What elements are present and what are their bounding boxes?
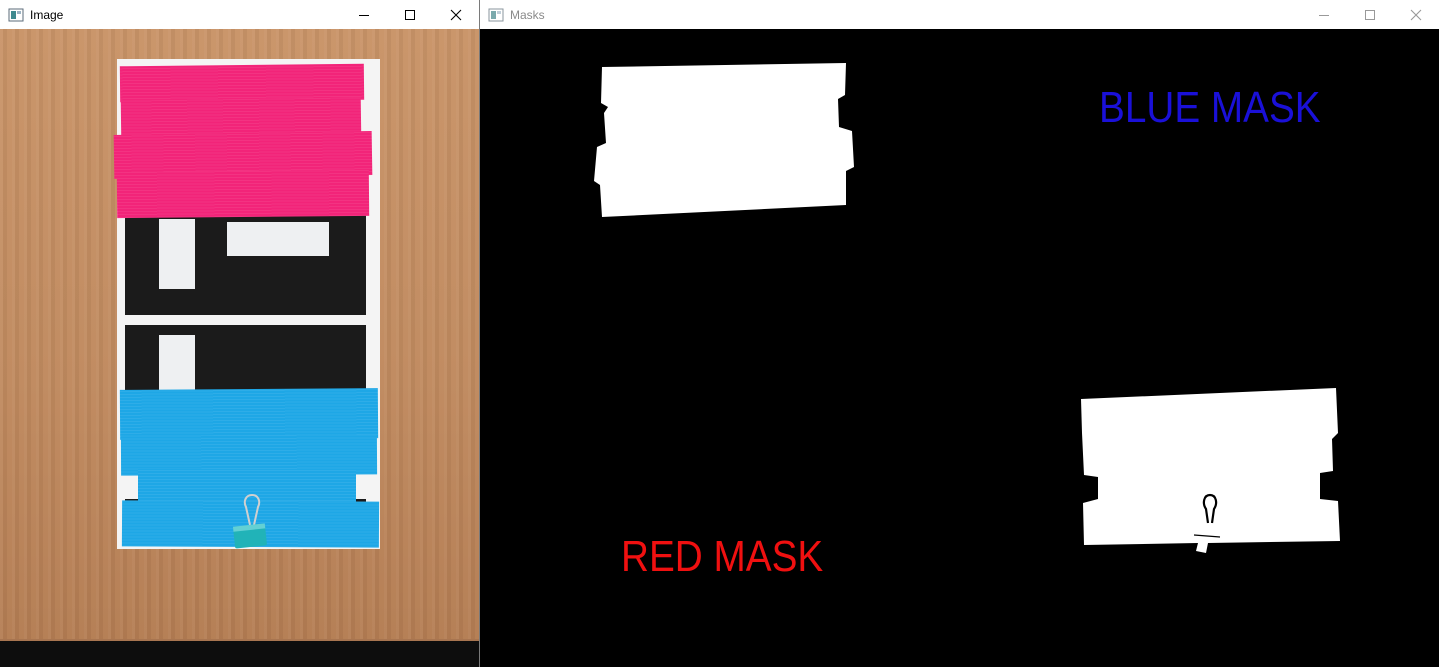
white-marker (159, 219, 195, 289)
desk-shadow (0, 641, 479, 667)
masks-titlebar[interactable]: Masks (480, 0, 1439, 29)
close-icon (1410, 9, 1422, 20)
white-marker (227, 222, 329, 256)
masks-window[interactable]: Masks BLUE MASK RED MASK (480, 0, 1439, 667)
red-mask-label: RED MASK (621, 532, 824, 581)
opencv-window-icon (8, 7, 24, 23)
maximize-icon (405, 9, 415, 20)
masks-canvas: BLUE MASK RED MASK (480, 29, 1439, 667)
image-titlebar[interactable]: Image (0, 0, 479, 29)
maximize-icon (1365, 9, 1375, 20)
minimize-button[interactable] (1301, 0, 1347, 29)
blue-tape-strip (119, 388, 379, 440)
close-button[interactable] (433, 0, 479, 29)
binder-clip-icon (232, 494, 267, 549)
close-button[interactable] (1393, 0, 1439, 29)
window-title: Image (30, 7, 64, 22)
maximize-button[interactable] (387, 0, 433, 29)
minimize-icon (359, 14, 369, 16)
maximize-button[interactable] (1347, 0, 1393, 29)
pink-tape-strip (119, 63, 365, 103)
minimize-button[interactable] (341, 0, 387, 29)
window-title: Masks (510, 7, 545, 22)
close-icon (450, 9, 462, 20)
source-image-canvas (0, 29, 479, 667)
blue-mask-label: BLUE MASK (1099, 83, 1321, 132)
minimize-icon (1319, 14, 1329, 16)
pink-tape-strip (116, 169, 370, 219)
blue-mask-shape (1081, 388, 1340, 553)
red-mask-shape (594, 63, 854, 217)
opencv-window-icon (488, 7, 504, 23)
image-window[interactable]: Image (0, 0, 480, 667)
